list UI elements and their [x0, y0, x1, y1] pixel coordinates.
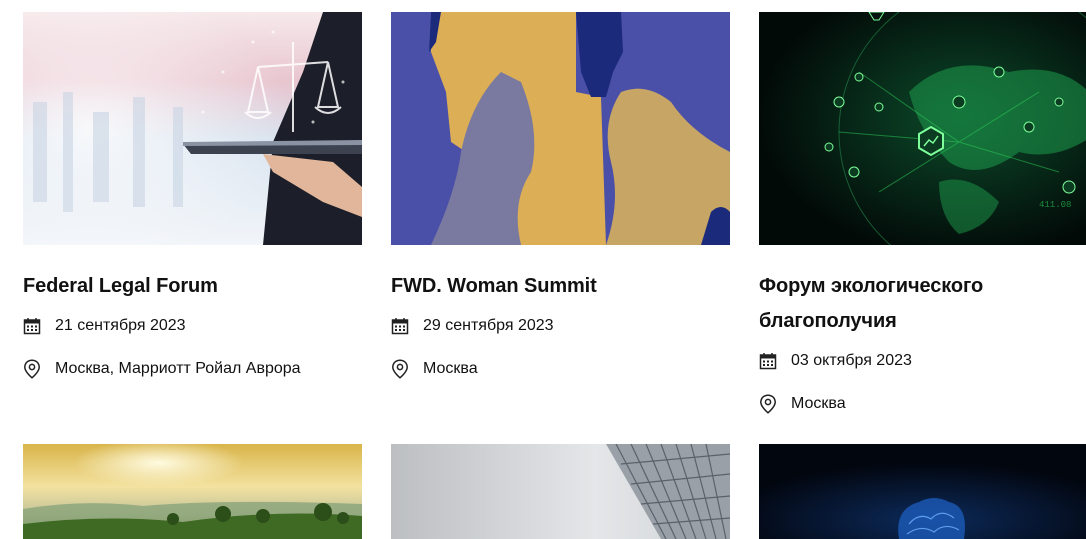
event-image-skyscraper[interactable] — [391, 444, 730, 539]
svg-text:411.08: 411.08 — [1039, 200, 1071, 210]
event-title[interactable]: FWD. Woman Summit — [391, 269, 730, 304]
event-date: 29 сентября 2023 — [391, 315, 730, 337]
digital-globe-image: 411.08 — [759, 12, 1086, 245]
event-location: Москва — [391, 358, 730, 380]
event-location-text: Москва, Марриотт Ройал Аврора — [55, 360, 301, 377]
location-pin-icon — [759, 394, 777, 414]
location-pin-icon — [23, 359, 41, 379]
event-card[interactable]: Federal Legal Forum 21 сентября 2023 Мос… — [23, 12, 362, 380]
event-card[interactable]: FWD. Woman Summit 29 сентября 2023 Москв… — [391, 12, 730, 380]
women-silhouettes-image — [391, 12, 730, 245]
event-date: 03 октября 2023 — [759, 350, 1086, 372]
calendar-icon — [759, 352, 777, 370]
event-image-landscape[interactable] — [23, 444, 362, 539]
location-pin-icon — [391, 359, 409, 379]
event-date-text: 21 сентября 2023 — [55, 317, 186, 334]
calendar-icon — [23, 317, 41, 335]
event-location-text: Москва — [423, 360, 478, 377]
landscape-sunrise-image — [23, 444, 362, 539]
event-location-text: Москва — [791, 395, 846, 412]
calendar-icon — [391, 317, 409, 335]
digital-brain-image — [759, 444, 1086, 539]
event-location: Москва — [759, 393, 1086, 415]
event-location: Москва, Марриотт Ройал Аврора — [23, 358, 362, 380]
event-card[interactable]: 411.08 Форум экологического благополучия… — [759, 12, 1086, 415]
legal-scales-image — [23, 12, 362, 245]
event-date-text: 03 октября 2023 — [791, 352, 912, 369]
event-image-summit[interactable] — [391, 12, 730, 245]
event-date-text: 29 сентября 2023 — [423, 317, 554, 334]
skyscraper-image — [391, 444, 730, 539]
event-title[interactable]: Форум экологического благополучия — [759, 269, 1086, 339]
event-title[interactable]: Federal Legal Forum — [23, 269, 362, 304]
event-date: 21 сентября 2023 — [23, 315, 362, 337]
event-image-brain[interactable] — [759, 444, 1086, 539]
event-image-eco[interactable]: 411.08 — [759, 12, 1086, 245]
event-image-legal[interactable] — [23, 12, 362, 245]
